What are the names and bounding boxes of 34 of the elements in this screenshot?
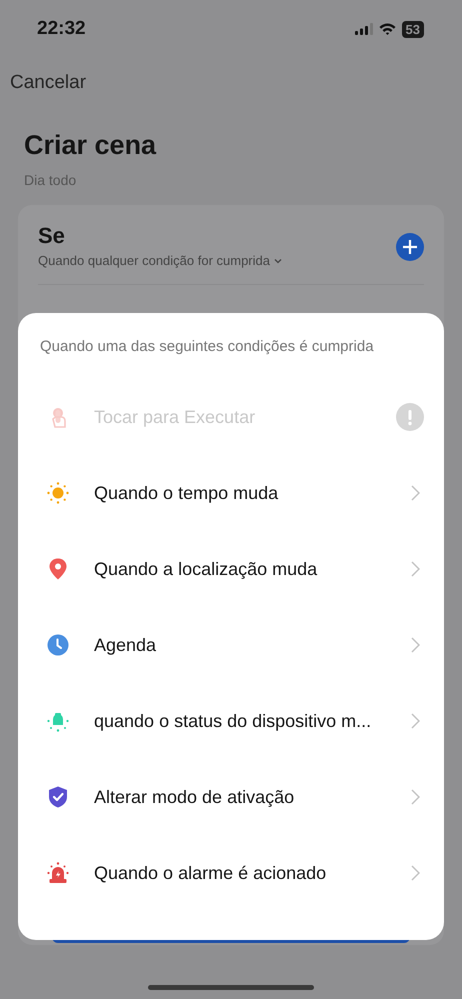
chevron-icon	[411, 561, 420, 577]
option-label: Quando o tempo muda	[94, 482, 280, 504]
condition-option[interactable]: Quando o alarme é acionado	[18, 835, 444, 911]
option-label: Agenda	[94, 634, 158, 656]
condition-option[interactable]: Alterar modo de ativação	[18, 759, 444, 835]
chevron-icon	[411, 485, 420, 501]
condition-option[interactable]: quando o status do dispositivo m...	[18, 683, 444, 759]
chevron-icon	[411, 865, 420, 881]
condition-option[interactable]: Agenda	[18, 607, 444, 683]
page-title: Criar cena	[24, 129, 158, 161]
card-title: Se	[38, 223, 66, 249]
condition-option[interactable]: Quando a localização muda	[18, 531, 444, 607]
option-label: Quando o alarme é acionado	[94, 862, 328, 884]
status-time: 22:32	[37, 18, 86, 40]
caret-icon	[274, 258, 282, 264]
signal-icon	[354, 23, 373, 35]
option-label: Alterar modo de ativação	[94, 786, 296, 808]
siren-icon	[46, 861, 70, 885]
option-label: quando o status do dispositivo m...	[94, 710, 372, 732]
add-icon[interactable]	[396, 232, 424, 260]
sun-icon	[46, 481, 70, 505]
clock-icon	[46, 633, 70, 657]
option-label: Quando a localização muda	[94, 558, 318, 580]
sheet-heading: Quando uma das seguintes condições é cumprida	[40, 337, 375, 357]
chevron-icon	[411, 713, 420, 729]
cancel-link[interactable]: Cancelar	[10, 71, 86, 95]
chevron-icon	[411, 637, 420, 653]
chevron-icon	[411, 789, 420, 805]
battery-icon: 53	[402, 20, 424, 38]
shield-check-icon	[46, 785, 70, 809]
alert-icon	[396, 403, 424, 431]
page-subtitle: Dia todo	[24, 171, 78, 189]
condition-option[interactable]: Quando o tempo muda	[18, 455, 444, 531]
wifi-icon	[378, 23, 396, 35]
